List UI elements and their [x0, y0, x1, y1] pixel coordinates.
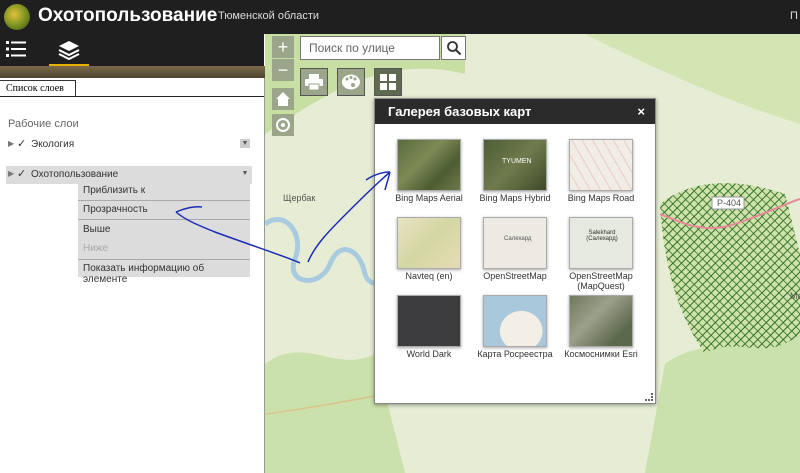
annotation-drawing — [175, 171, 391, 264]
